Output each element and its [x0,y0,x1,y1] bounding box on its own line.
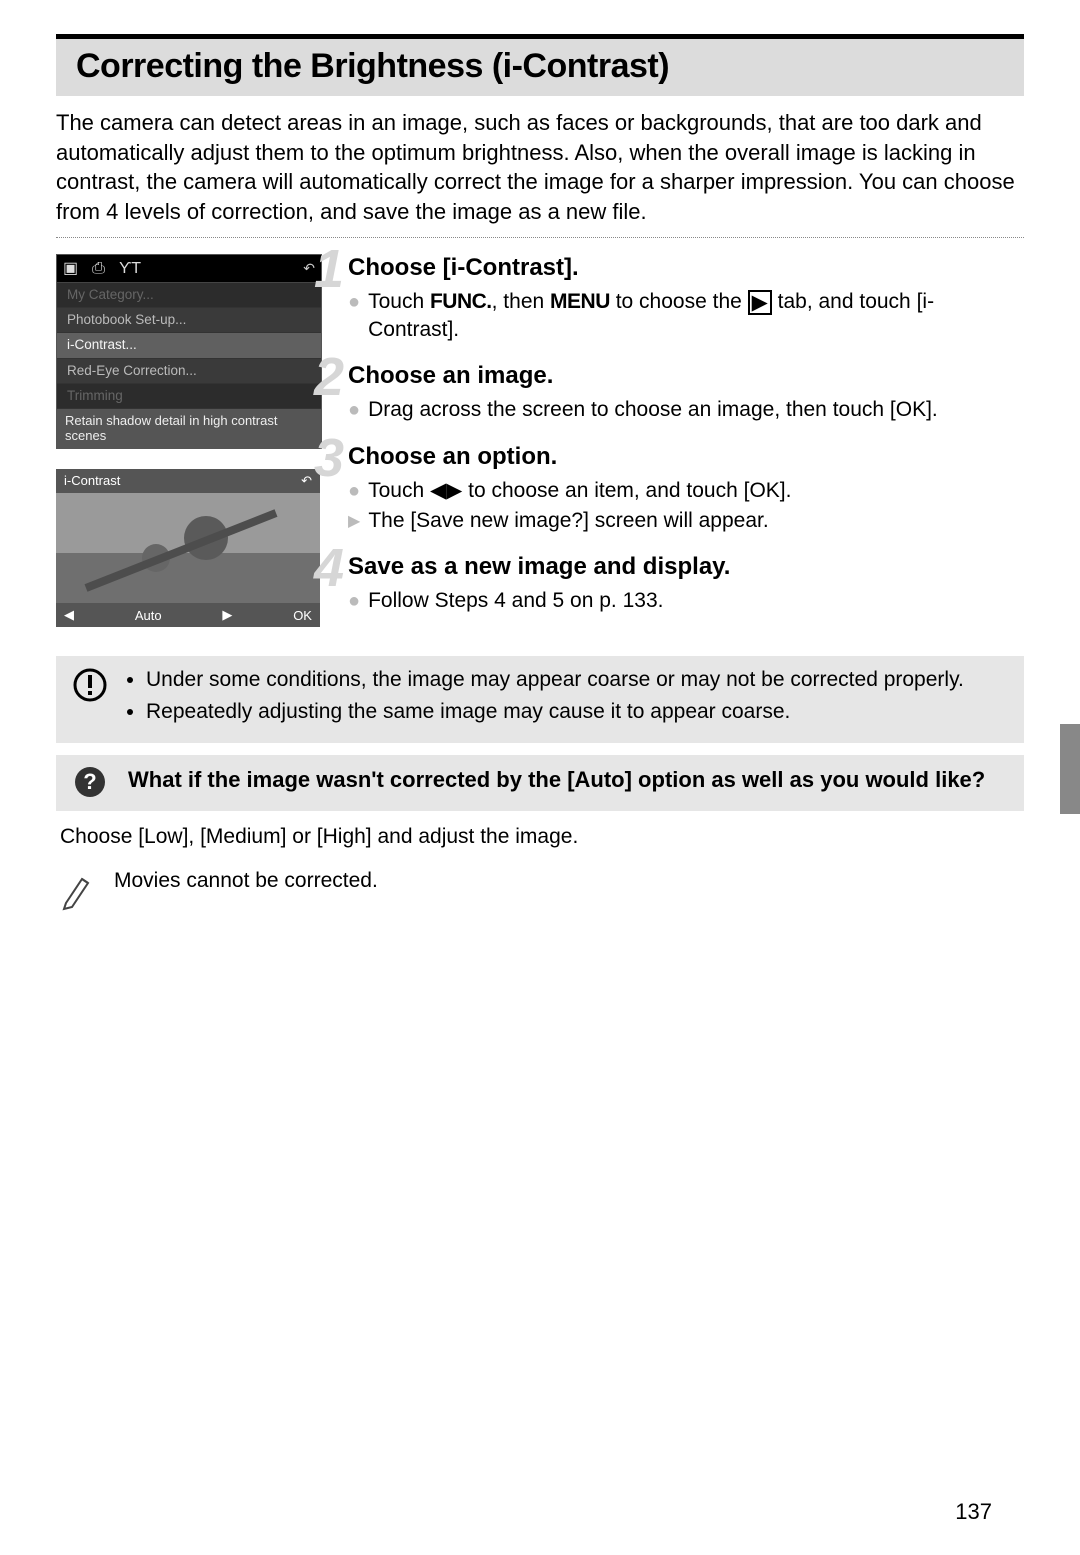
step-number: 1 [314,242,344,296]
step-body-text: Touch ◀▶ to choose an item, and touch [O… [368,477,791,505]
step-title: Save as a new image and display. [348,553,1024,581]
step-body-text: Touch FUNC., then MENU to choose the ▶ t… [368,288,1024,345]
camera-tab-bar: ▣ ⎙ ϒT ↶ [57,255,321,283]
bullet-icon: ● [348,479,360,505]
step-2: 2 Choose an image. ● Drag across the scr… [348,362,1024,424]
pencil-note: Movies cannot be corrected. [56,869,1024,911]
menu-item-category: My Category... [57,283,321,308]
page-title: Correcting the Brightness (i-Contrast) [76,47,1004,86]
bullet-icon: ● [348,398,360,424]
playback-tab-icon: ▣ [63,259,78,278]
svg-text:?: ? [83,769,96,794]
triangle-bullet-icon: ▶ [348,512,360,535]
step-number: 2 [314,350,344,404]
preview-ok: OK [293,608,312,623]
main-content: ▣ ⎙ ϒT ↶ My Category... Photobook Set-up… [56,254,1024,634]
step-body-text: The [Save new image?] screen will appear… [368,507,768,535]
bullet-icon: ● [348,589,360,615]
right-column: 1 Choose [i-Contrast]. ● Touch FUNC., th… [348,254,1024,634]
camera-preview-screenshot: i-Contrast ↶ ◀ Auto ▶ OK [56,469,320,627]
preview-left-icon: ◀ [64,607,74,623]
left-right-arrows-icon: ◀▶ [430,479,462,502]
pencil-icon [56,869,96,911]
step-title: Choose an image. [348,362,1024,390]
step-3: 3 Choose an option. ● Touch ◀▶ to choose… [348,443,1024,536]
warning-icon [70,666,110,731]
step-1: 1 Choose [i-Contrast]. ● Touch FUNC., th… [348,254,1024,345]
question-text: What if the image wasn't corrected by th… [128,765,985,799]
step-title: Choose [i-Contrast]. [348,254,1024,282]
warning-box: Under some conditions, the image may app… [56,656,1024,743]
warning-item: Repeatedly adjusting the same image may … [146,698,964,726]
step-number: 3 [314,431,344,485]
print-tab-icon: ⎙ [92,259,105,278]
preview-back-icon: ↶ [301,473,312,489]
pencil-note-text: Movies cannot be corrected. [114,869,378,911]
step-title: Choose an option. [348,443,1024,471]
step-number: 4 [314,541,344,595]
question-box: ? What if the image wasn't corrected by … [56,755,1024,811]
menu-item-photobook: Photobook Set-up... [57,308,321,333]
title-bar: Correcting the Brightness (i-Contrast) [56,39,1024,96]
bullet-icon: ● [348,290,360,345]
menu-item-redeye: Red-Eye Correction... [57,359,321,384]
warning-item: Under some conditions, the image may app… [146,666,964,694]
answer-text: Choose [Low], [Medium] or [High] and adj… [60,825,1024,849]
page-thumb-tab [1060,724,1080,814]
playback-icon: ▶ [748,290,772,315]
left-column: ▣ ⎙ ϒT ↶ My Category... Photobook Set-up… [56,254,320,634]
menu-item-icontrast: i-Contrast... [57,333,321,358]
step-4: 4 Save as a new image and display. ● Fol… [348,553,1024,615]
preview-mode: Auto [135,608,162,623]
page-frame: Correcting the Brightness (i-Contrast) T… [56,34,1024,911]
divider [56,237,1024,238]
tools-tab-icon: ϒT [119,259,141,278]
intro-paragraph: The camera can detect areas in an image,… [56,108,1024,227]
page-number: 137 [955,1499,992,1525]
step-body-text: Follow Steps 4 and 5 on p. 133. [368,587,663,615]
preview-image [56,493,320,603]
preview-title: i-Contrast [64,473,120,489]
question-icon: ? [70,765,110,799]
step-body-text: Drag across the screen to choose an imag… [368,396,938,424]
menu-item-trimming: Trimming [57,384,321,409]
preview-right-icon: ▶ [222,607,232,623]
menu-hint: Retain shadow detail in high contrast sc… [57,409,321,448]
camera-menu-screenshot: ▣ ⎙ ϒT ↶ My Category... Photobook Set-up… [56,254,322,449]
